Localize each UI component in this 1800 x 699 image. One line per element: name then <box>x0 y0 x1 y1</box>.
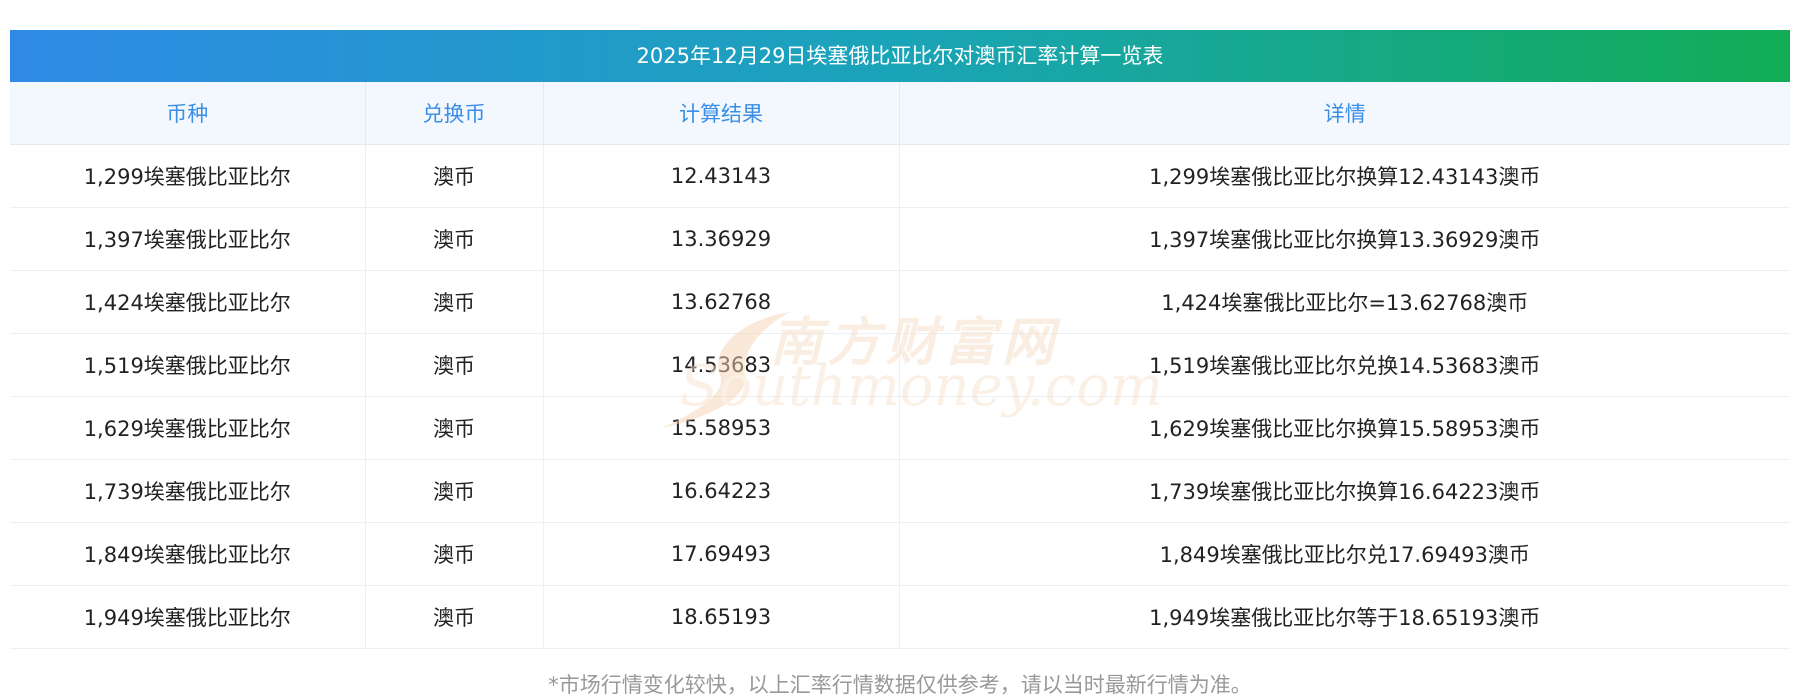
table-row: 1,299埃塞俄比亚比尔 澳币 12.43143 1,299埃塞俄比亚比尔换算1… <box>10 144 1790 208</box>
table-row: 1,849埃塞俄比亚比尔 澳币 17.69493 1,849埃塞俄比亚比尔兑17… <box>10 522 1790 586</box>
cell-target: 澳币 <box>365 459 544 523</box>
cell-target: 澳币 <box>365 396 544 460</box>
table-row: 1,424埃塞俄比亚比尔 澳币 13.62768 1,424埃塞俄比亚比尔=13… <box>10 270 1790 334</box>
cell-target: 澳币 <box>365 522 544 586</box>
cell-result: 16.64223 <box>543 459 900 523</box>
table-row: 1,739埃塞俄比亚比尔 澳币 16.64223 1,739埃塞俄比亚比尔换算1… <box>10 459 1790 523</box>
cell-result: 14.53683 <box>543 333 900 397</box>
cell-detail: 1,397埃塞俄比亚比尔换算13.36929澳币 <box>899 207 1790 271</box>
cell-currency: 1,519埃塞俄比亚比尔 <box>10 333 366 397</box>
disclaimer-note: *市场行情变化较快，以上汇率行情数据仅供参考，请以当时最新行情为准。 <box>548 673 1252 697</box>
cell-result: 13.62768 <box>543 270 900 334</box>
cell-target: 澳币 <box>365 585 544 649</box>
cell-detail: 1,299埃塞俄比亚比尔换算12.43143澳币 <box>899 144 1790 208</box>
header-result: 计算结果 <box>543 82 900 145</box>
rate-table-container: 2025年12月29日埃塞俄比亚比尔对澳币汇率计算一览表 币种 兑换币 计算结果… <box>10 30 1790 699</box>
table-title: 2025年12月29日埃塞俄比亚比尔对澳币汇率计算一览表 <box>10 30 1790 82</box>
cell-target: 澳币 <box>365 144 544 208</box>
header-target-currency: 兑换币 <box>365 82 544 145</box>
table-row: 1,629埃塞俄比亚比尔 澳币 15.58953 1,629埃塞俄比亚比尔换算1… <box>10 396 1790 460</box>
cell-target: 澳币 <box>365 270 544 334</box>
header-detail: 详情 <box>899 82 1790 145</box>
cell-currency: 1,849埃塞俄比亚比尔 <box>10 522 366 586</box>
cell-target: 澳币 <box>365 333 544 397</box>
cell-result: 15.58953 <box>543 396 900 460</box>
header-currency: 币种 <box>10 82 366 145</box>
cell-detail: 1,739埃塞俄比亚比尔换算16.64223澳币 <box>899 459 1790 523</box>
cell-currency: 1,629埃塞俄比亚比尔 <box>10 396 366 460</box>
cell-detail: 1,519埃塞俄比亚比尔兑换14.53683澳币 <box>899 333 1790 397</box>
cell-detail: 1,629埃塞俄比亚比尔换算15.58953澳币 <box>899 396 1790 460</box>
cell-result: 18.65193 <box>543 585 900 649</box>
cell-currency: 1,299埃塞俄比亚比尔 <box>10 144 366 208</box>
table-row: 1,519埃塞俄比亚比尔 澳币 14.53683 1,519埃塞俄比亚比尔兑换1… <box>10 333 1790 397</box>
rate-table: 币种 兑换币 计算结果 详情 1,299埃塞俄比亚比尔 澳币 12.43143 … <box>10 82 1790 649</box>
cell-result: 17.69493 <box>543 522 900 586</box>
cell-currency: 1,424埃塞俄比亚比尔 <box>10 270 366 334</box>
cell-target: 澳币 <box>365 207 544 271</box>
header-row: 币种 兑换币 计算结果 详情 <box>10 82 1790 145</box>
table-row: 1,949埃塞俄比亚比尔 澳币 18.65193 1,949埃塞俄比亚比尔等于1… <box>10 585 1790 649</box>
cell-currency: 1,949埃塞俄比亚比尔 <box>10 585 366 649</box>
cell-result: 13.36929 <box>543 207 900 271</box>
cell-currency: 1,397埃塞俄比亚比尔 <box>10 207 366 271</box>
cell-detail: 1,424埃塞俄比亚比尔=13.62768澳币 <box>899 270 1790 334</box>
cell-detail: 1,849埃塞俄比亚比尔兑17.69493澳币 <box>899 522 1790 586</box>
cell-result: 12.43143 <box>543 144 900 208</box>
cell-detail: 1,949埃塞俄比亚比尔等于18.65193澳币 <box>899 585 1790 649</box>
cell-currency: 1,739埃塞俄比亚比尔 <box>10 459 366 523</box>
table-row: 1,397埃塞俄比亚比尔 澳币 13.36929 1,397埃塞俄比亚比尔换算1… <box>10 207 1790 271</box>
